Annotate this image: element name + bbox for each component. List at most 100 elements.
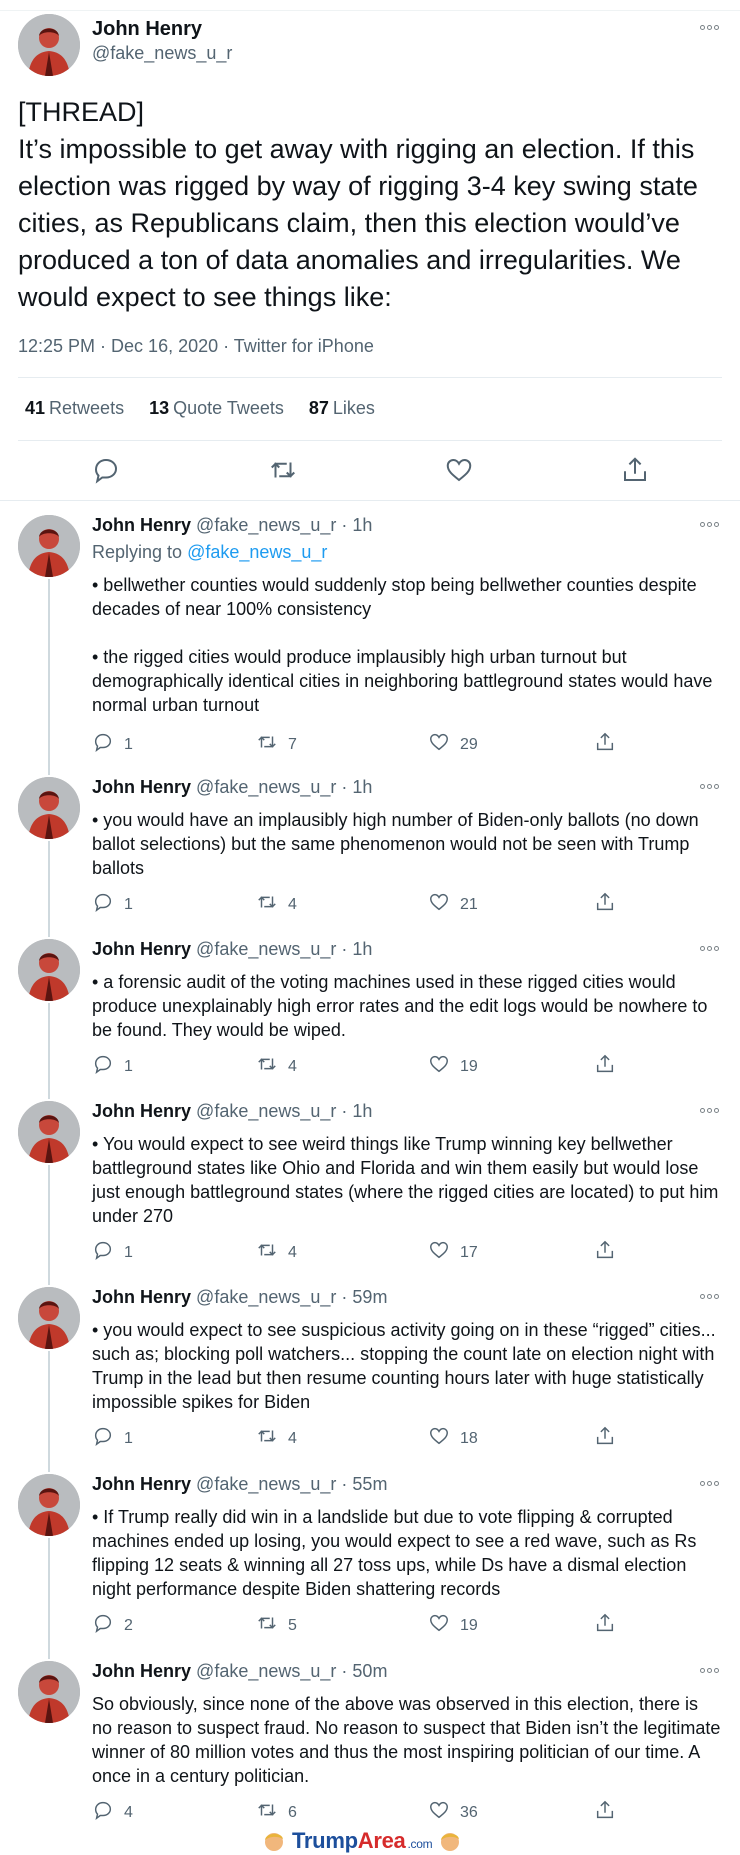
reply-button[interactable]: 1 [92, 1425, 133, 1452]
reply-count: 1 [124, 895, 133, 913]
retweet-button[interactable]: 4 [256, 1053, 297, 1080]
reply-tweet[interactable]: John Henry @fake_news_u_r · 50m So obviou… [0, 1661, 740, 1829]
author-name[interactable]: John Henry [92, 1661, 191, 1681]
likes-stat[interactable]: 87 Likes [309, 398, 375, 419]
more-icon[interactable] [700, 781, 722, 791]
more-icon[interactable] [700, 1291, 722, 1301]
timestamp[interactable]: · 1h [341, 515, 372, 535]
author-handle[interactable]: @fake_news_u_r [196, 1474, 336, 1494]
avatar[interactable] [18, 1474, 80, 1536]
avatar[interactable] [18, 1661, 80, 1723]
reply-tweet[interactable]: John Henry @fake_news_u_r · 55m • If Trum… [0, 1474, 740, 1642]
retweet-button[interactable]: 6 [256, 1799, 297, 1826]
like-button[interactable]: 21 [428, 891, 478, 918]
avatar[interactable] [18, 515, 80, 577]
watermark-text: TrumpArea .com [292, 1828, 433, 1853]
share-icon [594, 1239, 616, 1266]
like-button[interactable]: 36 [428, 1799, 478, 1826]
timestamp[interactable]: · 1h [341, 939, 372, 959]
reply-button[interactable]: 4 [92, 1799, 133, 1826]
avatar[interactable] [18, 1101, 80, 1163]
reply-actions: 1 4 17 [92, 1239, 652, 1265]
timestamp[interactable]: · 55m [341, 1474, 387, 1494]
like-icon [428, 1239, 450, 1266]
author-handle[interactable]: @fake_news_u_r [196, 1661, 336, 1681]
reply-button[interactable]: 1 [92, 891, 133, 918]
top-border [0, 10, 740, 11]
retweet-button[interactable]: 4 [256, 1239, 297, 1266]
author-name[interactable]: John Henry [92, 777, 191, 797]
share-button[interactable] [594, 891, 616, 918]
more-icon[interactable] [700, 1105, 722, 1115]
author-handle[interactable]: @fake_news_u_r [196, 1287, 336, 1307]
reply-tweet[interactable]: John Henry @fake_news_u_r · 1h • you woul… [0, 777, 740, 921]
reply-button[interactable]: 1 [92, 1239, 133, 1266]
timestamp[interactable]: · 1h [341, 777, 372, 797]
avatar[interactable] [18, 939, 80, 1001]
share-button[interactable] [594, 1799, 616, 1826]
more-icon[interactable] [700, 1665, 722, 1675]
reply-header: John Henry @fake_news_u_r · 1h [92, 939, 372, 960]
share-button[interactable] [594, 1612, 616, 1639]
tweet-text: [THREAD] It’s impossible to get away wit… [18, 97, 698, 312]
author-handle[interactable]: @fake_news_u_r [196, 777, 336, 797]
avatar[interactable] [18, 1287, 80, 1349]
section-divider [0, 500, 740, 501]
quote-tweets-stat[interactable]: 13 Quote Tweets [149, 398, 284, 419]
more-icon[interactable] [700, 22, 722, 32]
replying-to-link[interactable]: @fake_news_u_r [187, 542, 327, 562]
reply-tweet[interactable]: John Henry @fake_news_u_r · 1h Replying t… [0, 515, 740, 761]
share-button[interactable] [594, 1239, 616, 1266]
share-button[interactable] [594, 731, 616, 758]
reply-button[interactable]: 1 [92, 1053, 133, 1080]
author-handle[interactable]: @fake_news_u_r [196, 1101, 336, 1121]
like-icon[interactable] [444, 455, 474, 485]
timestamp[interactable]: · 59m [341, 1287, 387, 1307]
reply-text: • If Trump really did win in a landslide… [92, 1507, 702, 1599]
author-name[interactable]: John Henry [92, 18, 202, 41]
share-icon[interactable] [620, 455, 650, 485]
share-button[interactable] [594, 1053, 616, 1080]
retweet-count: 4 [288, 1429, 297, 1447]
like-button[interactable]: 19 [428, 1612, 478, 1639]
author-name[interactable]: John Henry [92, 939, 191, 959]
reply-button[interactable]: 1 [92, 731, 133, 758]
retweet-button[interactable]: 7 [256, 731, 297, 758]
like-button[interactable]: 19 [428, 1053, 478, 1080]
divider [18, 440, 722, 441]
avatar[interactable] [18, 14, 80, 76]
like-button[interactable]: 18 [428, 1425, 478, 1452]
avatar[interactable] [18, 777, 80, 839]
reply-text: • a forensic audit of the voting machine… [92, 972, 713, 1040]
watermark: TrumpArea .com [262, 1828, 462, 1854]
author-name[interactable]: John Henry [92, 1287, 191, 1307]
reply-button[interactable]: 2 [92, 1612, 133, 1639]
reply-tweet[interactable]: John Henry @fake_news_u_r · 59m • you wou… [0, 1287, 740, 1455]
reply-tweet[interactable]: John Henry @fake_news_u_r · 1h • You woul… [0, 1101, 740, 1269]
reply-icon[interactable] [91, 455, 121, 485]
author-name[interactable]: John Henry [92, 1101, 191, 1121]
more-icon[interactable] [700, 519, 722, 529]
retweet-button[interactable]: 4 [256, 891, 297, 918]
author-name[interactable]: John Henry [92, 515, 191, 535]
share-button[interactable] [594, 1425, 616, 1452]
author-name[interactable]: John Henry [92, 1474, 191, 1494]
timestamp[interactable]: · 50m [341, 1661, 387, 1681]
retweet-button[interactable]: 5 [256, 1612, 297, 1639]
more-icon[interactable] [700, 943, 722, 953]
tweet-actions [0, 455, 740, 487]
like-button[interactable]: 17 [428, 1239, 478, 1266]
avatar-image [18, 939, 80, 1001]
more-icon[interactable] [700, 1478, 722, 1488]
retweet-icon[interactable] [268, 455, 298, 485]
timestamp[interactable]: · 1h [341, 1101, 372, 1121]
reply-count: 2 [124, 1616, 133, 1634]
retweets-stat[interactable]: 41 Retweets [25, 398, 124, 419]
avatar-image [18, 515, 80, 577]
retweet-button[interactable]: 4 [256, 1425, 297, 1452]
reply-tweet[interactable]: John Henry @fake_news_u_r · 1h • a forens… [0, 939, 740, 1083]
author-handle[interactable]: @fake_news_u_r [196, 515, 336, 535]
author-handle[interactable]: @fake_news_u_r [196, 939, 336, 959]
like-button[interactable]: 29 [428, 731, 478, 758]
author-handle[interactable]: @fake_news_u_r [92, 43, 232, 64]
